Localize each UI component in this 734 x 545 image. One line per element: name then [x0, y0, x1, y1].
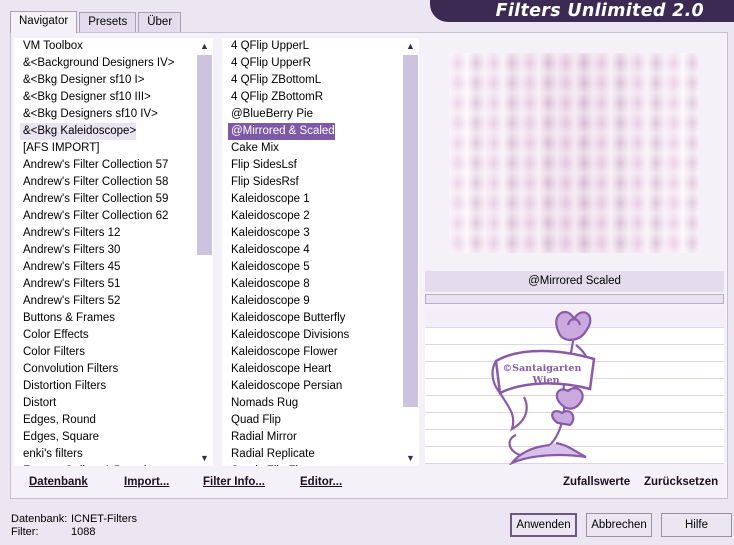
tab-bar: Navigator Presets Über — [10, 11, 183, 33]
help-button[interactable]: Hilfe — [661, 513, 732, 537]
status-value: 1088 — [71, 526, 96, 538]
selected-filter-name: @Mirrored Scaled — [425, 271, 724, 292]
category-list-item[interactable]: &<Bkg Kaleidoscope> — [20, 123, 137, 140]
category-list-item[interactable]: Edges, Square — [20, 429, 99, 446]
preview-image — [449, 53, 699, 253]
tab-navigator[interactable]: Navigator — [10, 11, 78, 33]
filter-list-item[interactable]: Kaleidoscope 4 — [228, 242, 310, 259]
category-list-item[interactable]: &<Background Designers IV> — [20, 55, 175, 72]
database-button[interactable]: Datenbank — [29, 476, 88, 488]
filter-list-item[interactable]: Flip SidesLsf — [228, 157, 297, 174]
category-list-item[interactable]: Color Effects — [20, 327, 89, 344]
category-list-item[interactable]: Andrew's Filters 30 — [20, 242, 120, 259]
category-list-item[interactable]: Distortion Filters — [20, 378, 106, 395]
filter-scrollbar[interactable]: ▲ ▼ — [402, 38, 419, 466]
app-title: Filters Unlimited 2.0 — [495, 1, 704, 21]
import-button[interactable]: Import... — [124, 476, 169, 488]
filter-list-item[interactable]: Kaleidoscope 5 — [228, 259, 310, 276]
status-value: ICNET-Filters — [71, 513, 137, 525]
filter-list-item[interactable]: Kaleidoscope Butterfly — [228, 310, 345, 327]
filter-list-item[interactable]: Kaleidoscope Divisions — [228, 327, 349, 344]
filter-list-item[interactable]: Flip SidesRsf — [228, 174, 299, 191]
random-values-button[interactable]: Zufallswerte — [563, 476, 630, 488]
filter-list-item[interactable]: Nomads Rug — [228, 395, 298, 412]
filter-list-item[interactable]: Kaleidoscope 8 — [228, 276, 310, 293]
filter-list-item[interactable]: Cake Mix — [228, 140, 279, 157]
filter-items: 4 QFlip UpperL 4 QFlip UpperR 4 QFlip ZBot… — [222, 38, 419, 466]
filter-list-item[interactable]: 4 QFlip UpperR — [228, 55, 311, 72]
filter-info-button[interactable]: Filter Info... — [203, 476, 265, 488]
tab-presets[interactable]: Presets — [79, 12, 137, 32]
category-list-item[interactable]: Andrew's Filter Collection 62 — [20, 208, 168, 225]
category-list-item[interactable]: Andrew's Filters 52 — [20, 293, 120, 310]
category-list-item[interactable]: Distort — [20, 395, 56, 412]
scroll-up-icon[interactable]: ▲ — [196, 38, 213, 54]
filter-list-item[interactable]: 4 QFlip UpperL — [228, 38, 309, 55]
category-list-item[interactable]: Andrew's Filter Collection 57 — [20, 157, 168, 174]
filter-list-item[interactable]: Radial Mirror — [228, 429, 297, 446]
category-list-item[interactable]: &<Bkg Designers sf10 IV> — [20, 106, 158, 123]
filter-list-item[interactable]: Kaleidoscope 2 — [228, 208, 310, 225]
scroll-thumb[interactable] — [197, 55, 212, 255]
filter-list-item[interactable]: Kaleidoscope Flower — [228, 344, 338, 361]
category-list-item[interactable]: &<Bkg Designer sf10 III> — [20, 89, 151, 106]
category-list[interactable]: VM Toolbox &<Background Designers IV> &<Bk… — [14, 38, 213, 466]
cancel-button[interactable]: Abbrechen — [586, 513, 652, 537]
category-list-item[interactable]: Andrew's Filter Collection 59 — [20, 191, 168, 208]
filter-list-item[interactable]: @Mirrored & Scaled — [228, 123, 335, 140]
category-list-item[interactable]: [AFS IMPORT] — [20, 140, 99, 157]
filter-list-item[interactable]: 4 QFlip ZBottomL — [228, 72, 321, 89]
filter-list-item[interactable]: 4 QFlip ZBottomR — [228, 89, 323, 106]
filter-list-item[interactable]: Radial Replicate — [228, 446, 315, 463]
category-list-item[interactable]: &<Bkg Designer sf10 I> — [20, 72, 144, 89]
watermark-text: ©Santaigarten — [503, 363, 582, 374]
category-list-item[interactable]: Convolution Filters — [20, 361, 118, 378]
tab-about[interactable]: Über — [138, 12, 182, 32]
title-banner: Filters Unlimited 2.0 — [430, 0, 734, 22]
category-list-item[interactable]: Color Filters — [20, 344, 85, 361]
filter-list-item[interactable]: Kaleidoscope Heart — [228, 361, 331, 378]
category-list-item[interactable]: enki's filters — [20, 446, 83, 463]
filter-list-item[interactable]: @BlueBerry Pie — [228, 106, 313, 123]
scroll-down-icon[interactable]: ▼ — [196, 450, 213, 466]
filter-list-item[interactable]: Quad Flip — [228, 412, 281, 429]
category-list-item[interactable]: VM Toolbox — [20, 38, 83, 55]
filter-list-item[interactable]: Seeds Flip Flop — [228, 463, 311, 466]
status-filter-count: Filter: 1088 — [11, 526, 95, 538]
watermark-text: Wien — [531, 375, 559, 386]
scroll-down-icon[interactable]: ▼ — [402, 450, 419, 466]
category-list-item[interactable]: Factory Gallery A Pseudo — [20, 463, 153, 466]
editor-button[interactable]: Editor... — [300, 476, 342, 488]
status-label: Datenbank: — [11, 513, 68, 525]
category-list-item[interactable]: Andrew's Filter Collection 58 — [20, 174, 168, 191]
scroll-up-icon[interactable]: ▲ — [402, 38, 419, 54]
watermark-logo: ©Santaigarten Wien — [491, 311, 596, 465]
filter-list[interactable]: 4 QFlip UpperL 4 QFlip UpperR 4 QFlip ZBot… — [222, 38, 419, 466]
filter-list-item[interactable]: Kaleidoscope 1 — [228, 191, 310, 208]
reset-button[interactable]: Zurücksetzen — [644, 476, 718, 488]
category-list-item[interactable]: Buttons & Frames — [20, 310, 115, 327]
category-scrollbar[interactable]: ▲ ▼ — [196, 38, 213, 466]
status-database: Datenbank: ICNET-Filters — [11, 513, 137, 525]
category-list-item[interactable]: Andrew's Filters 45 — [20, 259, 120, 276]
filter-list-item[interactable]: Kaleidoscope Persian — [228, 378, 342, 395]
parameter-slider[interactable] — [425, 294, 724, 304]
apply-button[interactable]: Anwenden — [510, 513, 577, 537]
status-label: Filter: — [11, 526, 39, 538]
scroll-thumb[interactable] — [403, 55, 418, 407]
filter-list-item[interactable]: Kaleidoscope 3 — [228, 225, 310, 242]
category-list-item[interactable]: Edges, Round — [20, 412, 96, 429]
category-list-item[interactable]: Andrew's Filters 12 — [20, 225, 120, 242]
category-items: VM Toolbox &<Background Designers IV> &<Bk… — [14, 38, 213, 466]
filter-list-item[interactable]: Kaleidoscope 9 — [228, 293, 310, 310]
category-list-item[interactable]: Andrew's Filters 51 — [20, 276, 120, 293]
